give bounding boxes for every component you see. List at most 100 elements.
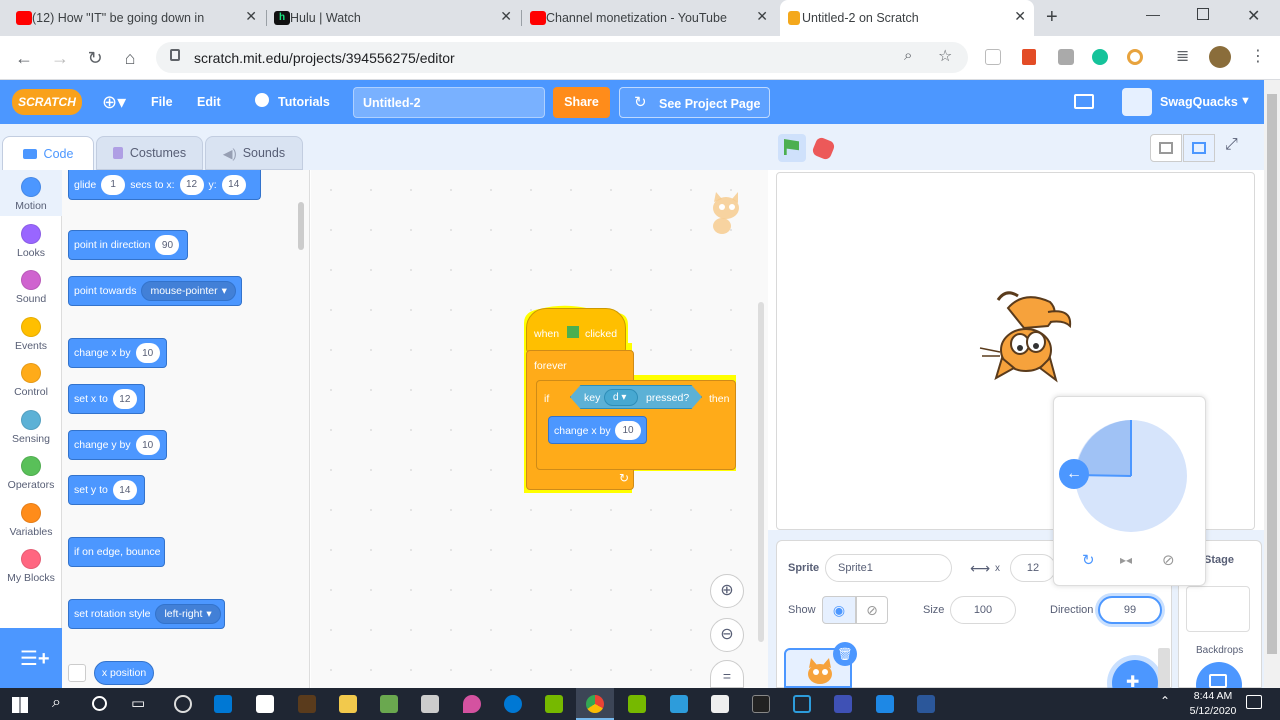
direction-input[interactable]: 99 [1098,596,1162,624]
block-point-towards[interactable]: point towards mouse-pointer ▾ [68,276,242,306]
notification-icon[interactable] [1246,695,1262,709]
home-icon[interactable]: ⌂ [116,44,144,72]
taskbar-app-icon[interactable] [834,695,852,713]
extension-icon[interactable] [985,49,1001,65]
file-explorer-icon[interactable] [339,695,357,713]
category-sound[interactable]: Sound [0,270,62,305]
category-sensing[interactable]: Sensing [0,410,62,445]
taskbar-app-icon[interactable] [711,695,729,713]
user-avatar[interactable] [1122,88,1152,116]
task-view-icon[interactable]: ▭ [131,694,145,712]
close-icon[interactable]: ✕ [500,8,512,25]
tab-costumes[interactable]: Costumes [96,136,203,170]
add-extension-button[interactable]: ☰+ [0,628,62,688]
page-scrollbar-track[interactable] [1264,80,1280,688]
edit-menu[interactable]: Edit [197,95,221,109]
share-button[interactable]: Share [553,87,610,118]
word-icon[interactable] [917,695,935,713]
taskbar-app-icon[interactable] [670,695,688,713]
media-queue-icon[interactable]: ≣ [1176,46,1189,66]
nvidia-icon[interactable] [545,695,563,713]
set-y-input[interactable]: 14 [112,480,137,500]
chevron-down-icon[interactable]: ▼ [1240,95,1251,107]
category-my-blocks[interactable]: My Blocks [0,549,62,584]
taskbar-date[interactable]: 5/12/2020 [1184,705,1242,717]
taskbar-app-icon[interactable] [174,695,192,713]
block-key-pressed[interactable]: key d ▾ pressed? [570,385,702,409]
nvidia-icon[interactable] [628,695,646,713]
block-set-y-to[interactable]: set y to 14 [68,475,145,505]
close-icon[interactable]: ✕ [245,8,257,25]
all-around-rotation-icon[interactable]: ↻ [1082,551,1095,569]
new-tab-button[interactable]: + [1046,6,1058,29]
grammarly-icon[interactable] [1092,49,1108,65]
set-x-input[interactable]: 12 [112,389,137,409]
see-project-page-button[interactable]: ↻ See Project Page [619,87,770,118]
small-stage-button[interactable] [1150,134,1182,162]
username-menu[interactable]: SwagQuacks [1160,95,1238,109]
page-scrollbar-thumb[interactable] [1267,94,1277,654]
block-if-on-edge-bounce[interactable]: if on edge, bounce [68,537,165,567]
browser-tab-scratch[interactable]: Untitled-2 on Scratch ✕ [780,0,1034,36]
chrome-menu-icon[interactable]: ⋮ [1250,46,1266,66]
category-operators[interactable]: Operators [0,456,62,491]
category-looks[interactable]: Looks [0,224,62,259]
zoom-reset-button[interactable]: = [710,660,744,688]
block-set-x-to[interactable]: set x to 12 [68,384,145,414]
minimize-icon[interactable]: — [1146,6,1160,22]
bookmark-star-icon[interactable]: ☆ [938,46,952,66]
fullscreen-icon[interactable]: ⤢ [1225,136,1238,154]
block-glide[interactable]: glide 1 secs to x: 12 y: 14 [68,170,261,200]
cat-sprite-image[interactable] [978,282,1078,390]
tutorials-button[interactable]: Tutorials [278,95,330,109]
category-control[interactable]: Control [0,363,62,398]
key-dropdown[interactable]: d ▾ [604,389,638,406]
taskbar-app-icon[interactable] [463,695,481,713]
browser-tab-youtube-1[interactable]: (12) How "IT" be going down in ✕ [10,0,265,36]
taskbar-time[interactable]: 8:44 AM [1188,690,1238,702]
close-window-icon[interactable]: ✕ [1247,6,1260,26]
taskbar-app-icon[interactable] [298,695,316,713]
mail-icon[interactable] [214,695,232,713]
my-stuff-folder-icon[interactable] [1074,94,1094,109]
stage-thumbnail[interactable] [1186,586,1250,632]
taskbar-app-icon[interactable] [793,695,811,713]
back-icon[interactable]: ← [10,44,38,72]
block-change-x-by-script[interactable]: change x by 10 [548,416,647,444]
zoom-in-button[interactable]: ⊕ [710,574,744,608]
block-x-position[interactable]: x position [94,661,154,685]
x-position-checkbox[interactable] [68,664,86,682]
sprite-list-scrollbar[interactable] [1158,648,1170,688]
show-visible-button[interactable]: ◉ [822,596,856,624]
glide-y-input[interactable]: 14 [221,174,246,195]
change-x-input[interactable]: 10 [135,343,160,363]
maximize-icon[interactable] [1197,8,1209,20]
cortana-icon[interactable] [92,696,107,711]
malwarebytes-icon[interactable] [876,695,894,713]
scratch-logo[interactable]: SCRATCH [12,89,82,115]
browser-tab-youtube-2[interactable]: Channel monetization - YouTube ✕ [524,0,776,36]
tab-code[interactable]: Code [2,136,94,170]
chrome-taskbar-button[interactable] [576,688,614,720]
browser-tab-hulu[interactable]: h Hulu | Watch ✕ [268,0,520,36]
normal-stage-button[interactable] [1183,134,1215,162]
workspace-scrollbar[interactable] [758,302,764,642]
category-events[interactable]: Events [0,317,62,352]
left-right-rotation-icon[interactable]: ▸◂ [1120,553,1132,567]
tray-chevron-icon[interactable]: ⌃ [1160,694,1170,708]
change-x-value-input[interactable]: 10 [615,421,641,440]
change-y-input[interactable]: 10 [135,435,160,455]
zoom-icon[interactable]: ⌕ [904,47,912,64]
file-menu[interactable]: File [151,95,173,109]
block-point-in-direction[interactable]: point in direction 90 [68,230,188,260]
minecraft-icon[interactable] [380,695,398,713]
taskbar-app-icon[interactable] [421,695,439,713]
epic-games-icon[interactable] [752,695,770,713]
dont-rotate-icon[interactable]: ⊘ [1162,551,1175,569]
extension-icon[interactable] [1127,49,1143,65]
extension-icon[interactable] [1022,49,1036,65]
close-icon[interactable]: ✕ [756,8,768,25]
windows-start-icon[interactable] [12,697,28,713]
green-flag-button[interactable] [778,134,806,162]
profile-avatar[interactable] [1209,46,1231,68]
